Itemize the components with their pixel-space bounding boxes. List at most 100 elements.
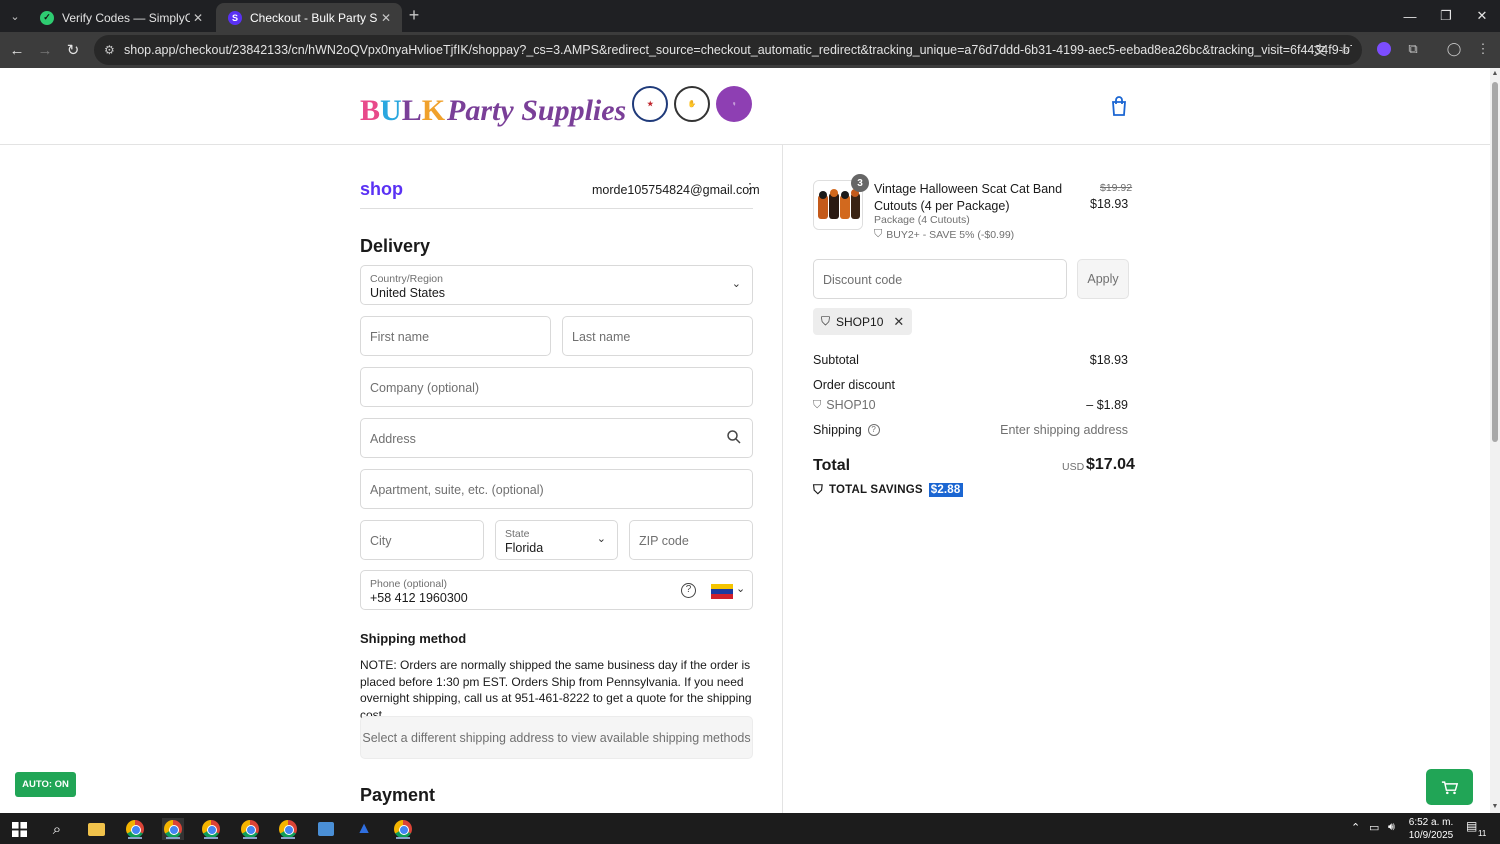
product-discount-text: BUY2+ - SAVE 5% (-$0.99) — [886, 228, 1015, 241]
city-field[interactable]: City — [360, 520, 484, 560]
payment-heading: Payment — [360, 785, 436, 805]
chrome-taskbar-icon[interactable] — [200, 818, 222, 840]
app-taskbar-icon[interactable]: ▲ — [353, 818, 375, 840]
account-more-icon[interactable]: ⋮ — [743, 180, 757, 197]
profile-icon[interactable]: ◯ — [1445, 40, 1463, 58]
close-tab-icon[interactable]: ✕ — [378, 11, 394, 25]
extension-simplycodes-icon[interactable] — [1375, 40, 1393, 58]
app-taskbar-icon[interactable] — [315, 818, 337, 840]
help-icon[interactable]: ? — [867, 424, 880, 436]
close-tab-icon[interactable]: ✕ — [190, 11, 206, 25]
clock-time: 6:52 a. m. — [1408, 817, 1454, 828]
scroll-up-icon[interactable]: ▲ — [1491, 70, 1499, 78]
forward-button[interactable]: → — [34, 39, 56, 61]
shipping-value: Enter shipping address — [1000, 423, 1128, 437]
close-window-button[interactable]: ✕ — [1464, 0, 1500, 32]
search-icon — [727, 430, 741, 444]
translate-icon[interactable]: 文 — [1311, 40, 1329, 58]
address-bar[interactable]: ⚙ shop.app/checkout/23842133/cn/hWN2oQVp… — [94, 35, 1362, 65]
browser-menu-icon[interactable]: ⋮ — [1474, 40, 1492, 58]
shopping-cart-icon — [1441, 780, 1458, 794]
chrome-taskbar-icon[interactable] — [392, 818, 414, 840]
woman-owned-badge-icon: ♀ — [716, 86, 753, 122]
country-select[interactable]: Country/Region United States ⌄ — [360, 265, 753, 305]
store-logo[interactable]: B U L K Party Supplies ★ ✋ ♀ — [360, 84, 753, 127]
apartment-field[interactable]: Apartment, suite, etc. (optional) — [360, 469, 753, 509]
logo-letter: B — [360, 94, 381, 127]
apply-button[interactable]: Apply — [1077, 259, 1129, 299]
chrome-taskbar-icon[interactable] — [124, 818, 146, 840]
extensions-puzzle-icon[interactable]: ⧉ — [1404, 40, 1422, 58]
tab-checkout[interactable]: S Checkout - Bulk Party Supplies ✕ — [216, 3, 402, 32]
phone-field[interactable]: Phone (optional) +58 412 1960300 ? ⌄ — [360, 570, 753, 610]
applied-code: SHOP10 — [836, 314, 884, 329]
restore-button[interactable]: ❐ — [1428, 0, 1464, 32]
last-name-placeholder: Last name — [572, 330, 631, 344]
apartment-placeholder: Apartment, suite, etc. (optional) — [370, 483, 544, 497]
chevron-down-icon[interactable]: ⌄ — [736, 582, 745, 595]
delivery-heading: Delivery — [360, 236, 431, 256]
tab-simplycodes[interactable]: ✓ Verify Codes — SimplyCodes ✕ — [28, 3, 214, 32]
bookmark-star-icon[interactable]: ☆ — [1336, 40, 1354, 58]
back-button[interactable]: ← — [6, 39, 28, 61]
help-icon[interactable]: ? — [681, 583, 696, 598]
total-savings: ⛉ TOTAL SAVINGS $2.88 — [813, 482, 963, 498]
reload-button[interactable]: ↻ — [62, 39, 84, 61]
first-name-field[interactable]: First name — [360, 316, 551, 356]
shipping-note: NOTE: Orders are normally shipped the sa… — [360, 658, 752, 722]
city-placeholder: City — [370, 534, 392, 548]
savings-tag-icon: ⛉ — [813, 482, 823, 497]
country-value: United States — [370, 286, 446, 300]
auto-toggle-button[interactable]: AUTO: ON — [15, 772, 76, 797]
applied-code-chip: ⛉ SHOP10 ✕ — [813, 308, 913, 335]
taskbar-clock[interactable]: 6:52 a. m. 10/9/2025 — [1405, 816, 1457, 842]
veteran-badge-icon: ★ — [632, 86, 669, 122]
new-tab-button[interactable]: + — [404, 5, 424, 25]
order-summary-panel — [783, 145, 1490, 813]
tab-title: Checkout - Bulk Party Supplies — [250, 10, 378, 25]
search-icon[interactable]: ⌕ — [46, 818, 68, 840]
store-header: B U L K Party Supplies ★ ✋ ♀ — [0, 68, 1490, 145]
logo-letter: K — [421, 94, 446, 127]
address-field[interactable]: Address — [360, 418, 753, 458]
logo-letter: L — [401, 94, 422, 127]
last-name-field[interactable]: Last name — [562, 316, 753, 356]
chrome-taskbar-icon[interactable] — [239, 818, 261, 840]
url-text: shop.app/checkout/23842133/cn/hWN2oQVpx0… — [124, 43, 1352, 57]
total-label: Total — [813, 457, 851, 474]
file-explorer-icon[interactable] — [85, 818, 107, 840]
company-field[interactable]: Company (optional) — [360, 367, 753, 407]
logo-letter: U — [380, 94, 402, 127]
scroll-down-icon[interactable]: ▼ — [1491, 803, 1499, 811]
zip-field[interactable]: ZIP code — [629, 520, 753, 560]
floating-cart-button[interactable] — [1426, 769, 1473, 805]
site-info-icon[interactable]: ⚙ — [104, 43, 124, 57]
volume-icon[interactable]: 🔊︎ — [1388, 821, 1395, 834]
total-value: $17.04 — [1086, 456, 1135, 473]
scrollbar-thumb[interactable] — [1492, 82, 1498, 442]
shipping-methods-empty: Select a different shipping address to v… — [360, 716, 753, 759]
product-name: Vintage Halloween Scat Cat Band Cutouts … — [874, 182, 1063, 213]
tab-search-icon[interactable]: ⌄ — [5, 6, 25, 26]
venezuela-flag-icon[interactable] — [711, 584, 733, 599]
total-currency: USD — [1062, 461, 1085, 473]
cart-bag-icon[interactable] — [1110, 96, 1128, 116]
minimize-button[interactable]: — — [1392, 0, 1428, 32]
chrome-taskbar-icon[interactable] — [162, 818, 184, 840]
product-discount: ⛉ BUY2+ - SAVE 5% (-$0.99) — [874, 228, 1014, 241]
page-scrollbar[interactable]: ▲ ▼ — [1490, 68, 1500, 813]
subtotal-label: Subtotal — [813, 353, 859, 367]
shipping-label: Shipping — [813, 423, 862, 437]
discount-code-field[interactable]: Discount code — [813, 259, 1067, 299]
chrome-taskbar-icon[interactable] — [277, 818, 299, 840]
logo-subtitle: Party Supplies — [447, 94, 627, 127]
state-select[interactable]: State Florida ⌄ — [495, 520, 618, 560]
remove-code-icon[interactable]: ✕ — [893, 314, 904, 330]
column-divider — [782, 145, 783, 813]
network-icon[interactable]: ▭ — [1369, 821, 1379, 834]
phone-label: Phone (optional) — [370, 578, 448, 590]
windows-start-icon[interactable] — [8, 818, 30, 840]
order-discount-label: Order discount — [813, 378, 895, 392]
show-hidden-icons[interactable]: ⌃ — [1351, 821, 1360, 834]
state-label: State — [505, 528, 530, 540]
